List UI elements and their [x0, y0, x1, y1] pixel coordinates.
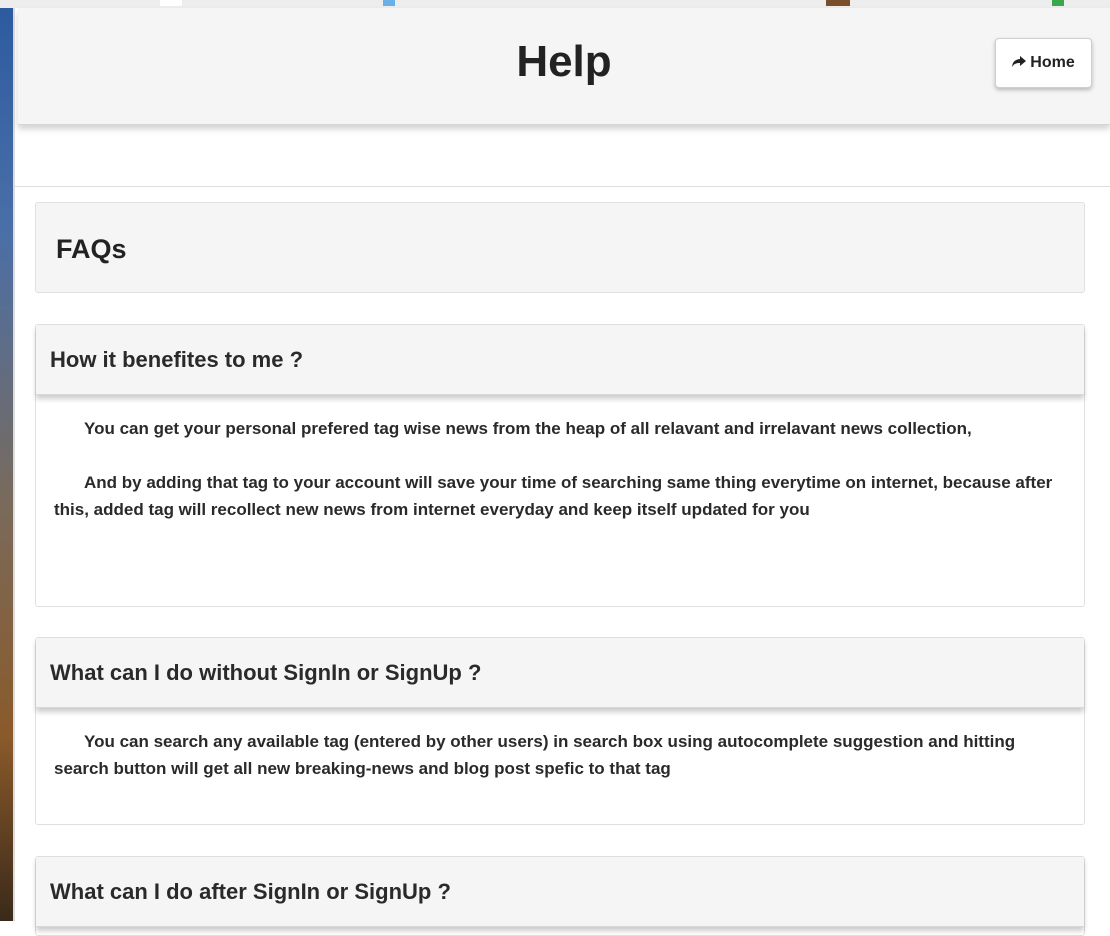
page-header: Help Home	[18, 8, 1110, 125]
faq-item: How it benefites to me ? You can get you…	[35, 324, 1085, 607]
faq-item: What can I do after SignIn or SignUp ?	[35, 856, 1085, 936]
faq-item: What can I do without SignIn or SignUp ?…	[35, 637, 1085, 825]
page-title: Help	[516, 37, 612, 86]
faq-heading: FAQs	[56, 234, 127, 264]
faq-question: How it benefites to me ?	[50, 347, 304, 372]
faq-title-card: FAQs	[35, 202, 1085, 293]
cropped-browser-toolbar	[0, 0, 1110, 8]
faq-question-header[interactable]: What can I do without SignIn or SignUp ?	[36, 638, 1084, 708]
faq-question: What can I do after SignIn or SignUp ?	[50, 879, 451, 904]
faq-answer: You can get your personal prefered tag w…	[36, 395, 1084, 523]
faq-answer: You can search any available tag (entere…	[36, 708, 1084, 782]
faq-question-header[interactable]: How it benefites to me ?	[36, 325, 1084, 395]
browser-window-edge	[0, 0, 13, 921]
faq-answer-paragraph: You can search any available tag (entere…	[54, 732, 1016, 778]
section-divider	[15, 186, 1110, 187]
home-button[interactable]: Home	[995, 38, 1092, 88]
home-button-label: Home	[1030, 54, 1075, 71]
faq-question: What can I do without SignIn or SignUp ?	[50, 660, 482, 685]
faq-answer-paragraph: You can get your personal prefered tag w…	[84, 419, 972, 438]
help-page: Help Home FAQs How it benefites to me ? …	[15, 8, 1110, 936]
faq-question-header[interactable]: What can I do after SignIn or SignUp ?	[36, 857, 1084, 927]
faq-answer-paragraph: And by adding that tag to your account w…	[54, 473, 1053, 519]
share-arrow-icon	[1012, 55, 1027, 72]
